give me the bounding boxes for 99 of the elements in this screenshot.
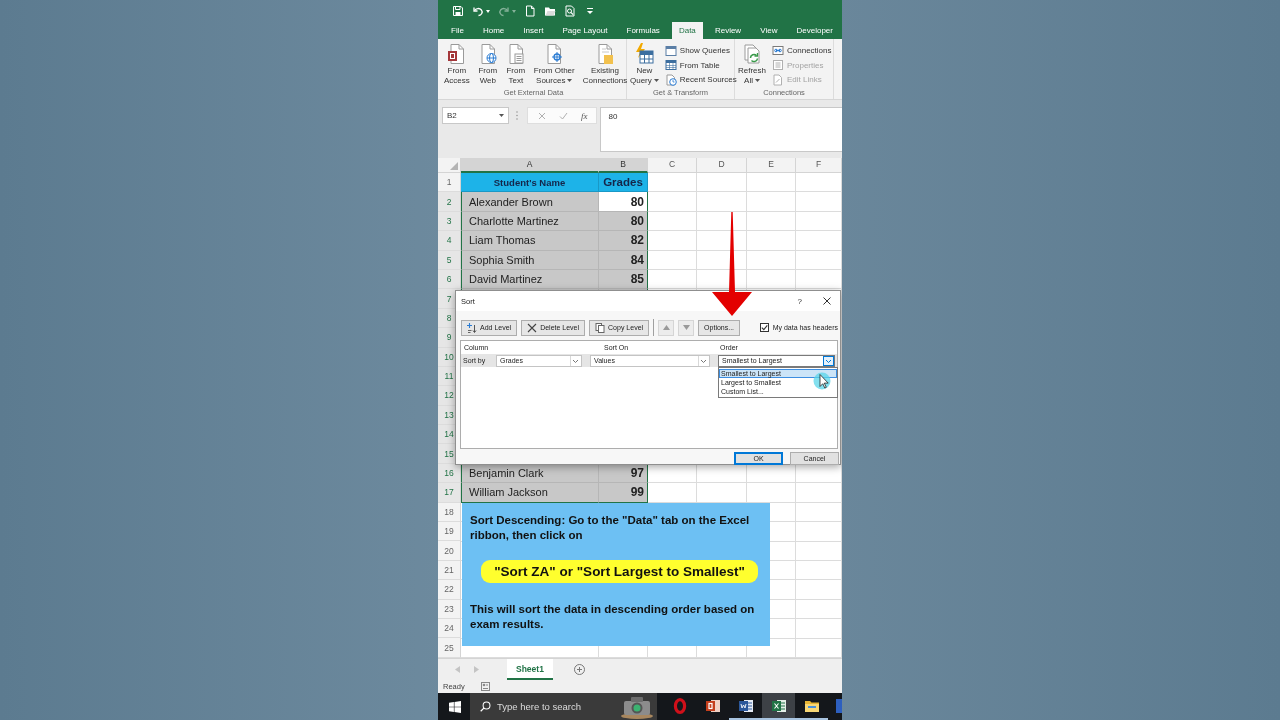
caret-icon[interactable] — [486, 9, 490, 13]
document-tile-icon — [446, 43, 467, 65]
save-icon[interactable] — [452, 5, 464, 17]
close-icon[interactable] — [823, 297, 831, 305]
table-cell: 82 — [599, 231, 648, 251]
camera-icon — [620, 694, 654, 719]
caret-icon — [570, 355, 581, 366]
copy-icon — [595, 322, 606, 333]
start-icon[interactable] — [449, 700, 461, 713]
caret-icon[interactable] — [512, 9, 516, 13]
add-sheet-icon[interactable] — [573, 664, 585, 675]
sort-plus-icon — [467, 322, 477, 333]
ribbon-button[interactable]: From Other Sources — [532, 43, 576, 86]
ribbon-button[interactable]: Show Queries — [664, 44, 737, 58]
ribbon-button[interactable]: From Web — [476, 43, 499, 86]
formula-field[interactable]: 80 — [599, 107, 842, 152]
crosshair-document-icon — [544, 43, 565, 65]
highlight-label: "Sort ZA" or "Sort Largest to Smallest" — [481, 560, 758, 583]
ribbon-tab[interactable]: Review — [707, 22, 749, 39]
ribbon-button[interactable]: New Query — [629, 43, 660, 86]
table-cell: Sophia Smith — [461, 250, 599, 270]
table-cell: Charlotte Martinez — [461, 211, 599, 232]
ribbon-button[interactable]: From Access — [443, 43, 471, 86]
function-button[interactable]: fx — [581, 110, 588, 121]
presentation-icon — [704, 697, 721, 714]
row-header[interactable]: 4 — [438, 231, 461, 251]
ribbon-button[interactable]: Refresh All — [737, 43, 767, 86]
caret-icon — [823, 355, 834, 366]
callout-text: This will sort the data in descending order based on exam results. — [470, 602, 756, 632]
ribbon-tab[interactable]: Home — [475, 22, 512, 39]
table-cell: Benjamin Clark — [461, 463, 599, 484]
ribbon-button[interactable]: From Text — [504, 43, 527, 86]
spreadsheet-icon — [770, 697, 787, 714]
checkbox[interactable] — [759, 323, 769, 332]
down-triangle-icon — [682, 325, 690, 330]
row-header[interactable]: 17 — [438, 483, 461, 503]
ribbon-tab[interactable]: Insert — [516, 22, 551, 39]
list-icon — [772, 59, 784, 72]
ribbon-button[interactable]: From Table — [664, 58, 737, 72]
column-header[interactable]: C — [648, 158, 697, 173]
sheet-tab[interactable]: Sheet1 — [507, 659, 553, 680]
cursor-icon — [813, 372, 831, 391]
caret-icon — [653, 79, 659, 83]
macro-record-icon[interactable] — [480, 682, 490, 691]
caret-icon — [754, 79, 760, 83]
taskbar-button[interactable] — [762, 693, 795, 720]
ribbon-button[interactable]: Recent Sources — [664, 73, 737, 87]
link-document-icon — [772, 73, 784, 86]
check-icon[interactable] — [559, 111, 568, 120]
column-header[interactable]: E — [747, 158, 796, 173]
help-button[interactable]: ? — [797, 296, 802, 306]
search-icon — [480, 701, 491, 712]
folder-icon[interactable] — [544, 5, 556, 17]
up-triangle-icon — [662, 325, 670, 330]
name-box[interactable]: B2 — [442, 107, 509, 124]
ribbon-button[interactable]: Connections — [772, 44, 832, 58]
linked-window-icon — [772, 44, 784, 57]
column-header[interactable]: A — [461, 158, 599, 173]
delete-icon — [527, 322, 538, 333]
new-document-icon[interactable] — [524, 5, 536, 17]
row-header[interactable]: 19 — [438, 522, 461, 542]
clock-document-icon — [664, 73, 677, 86]
row-header[interactable]: 1 — [438, 173, 461, 193]
table-cell: 80 — [599, 192, 648, 212]
table-cell: Alexander Brown — [461, 192, 599, 212]
ribbon-tab[interactable]: File — [444, 22, 471, 39]
table-cell: Grades — [599, 173, 648, 193]
refresh-icon — [742, 43, 762, 65]
column-header[interactable]: B — [599, 158, 648, 173]
table-cell: Liam Thomas — [461, 231, 599, 251]
table-cell: David Martinez — [461, 269, 599, 290]
column-header[interactable]: D — [697, 158, 747, 173]
table-icon — [664, 59, 677, 72]
callout-text: Sort Descending: Go to the "Data" tab on the Excel ribbon, then click on — [470, 513, 751, 543]
row-header[interactable]: 20 — [438, 541, 461, 561]
row-header[interactable]: 25 — [438, 638, 461, 658]
customize-icon[interactable] — [584, 5, 596, 17]
ribbon-tab[interactable]: Data — [671, 22, 703, 39]
ring-icon — [671, 697, 688, 714]
table-cell: Student's Name — [461, 173, 599, 193]
ribbon-tab[interactable]: Page Layout — [555, 22, 615, 39]
document-icon — [737, 697, 754, 714]
ribbon-tab[interactable]: Developer — [789, 22, 840, 39]
ribbon-tab[interactable]: View — [753, 22, 785, 39]
app-icon — [836, 697, 842, 714]
window-icon — [664, 44, 677, 57]
table-cell: 99 — [599, 483, 648, 503]
caret-icon — [567, 79, 573, 83]
ribbon-tab[interactable]: Formulas — [619, 22, 667, 39]
caret-icon — [499, 114, 504, 117]
print-preview-icon[interactable] — [564, 5, 576, 17]
row-header[interactable]: 2 — [438, 192, 461, 212]
column-header[interactable]: F — [796, 158, 842, 173]
undo-icon[interactable] — [472, 5, 484, 17]
row-header[interactable]: 22 — [438, 580, 461, 600]
ribbon-button[interactable]: Existing Connections — [581, 43, 629, 86]
table-cell: William Jackson — [461, 483, 599, 503]
table-lightning-icon — [634, 43, 655, 65]
caret-icon — [698, 355, 709, 366]
